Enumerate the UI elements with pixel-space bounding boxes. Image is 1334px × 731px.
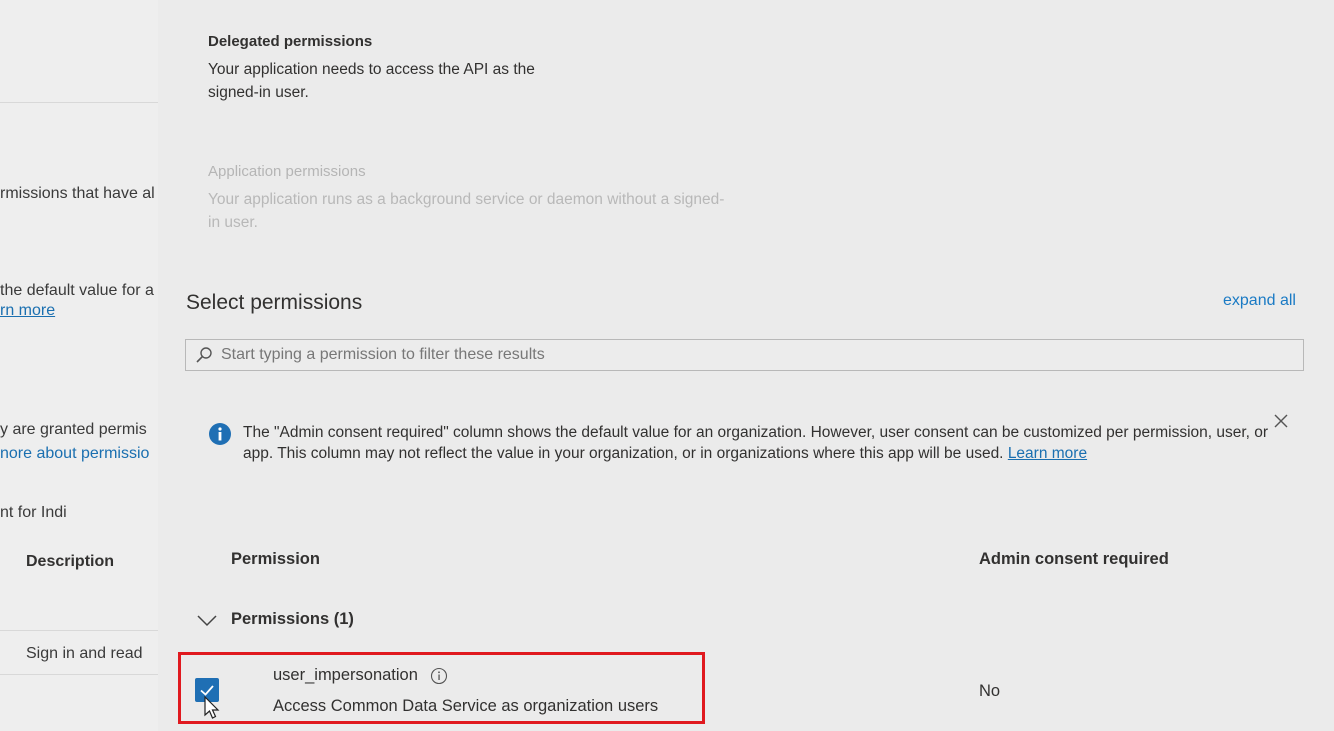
background-text: rmissions that have al bbox=[0, 185, 155, 202]
request-permissions-panel: Delegated permissions Your application n… bbox=[158, 0, 1334, 731]
info-outline-icon[interactable] bbox=[430, 667, 448, 685]
background-row-text: Sign in and read bbox=[26, 645, 143, 662]
permission-search-input[interactable] bbox=[219, 345, 1303, 365]
info-message-text: The "Admin consent required" column show… bbox=[243, 422, 1273, 464]
close-icon[interactable] bbox=[1273, 413, 1289, 429]
application-permissions-title: Application permissions bbox=[208, 163, 366, 180]
background-learn-more-link[interactable]: rn more bbox=[0, 302, 55, 320]
chevron-down-icon bbox=[197, 614, 217, 626]
application-permissions-description: Your application runs as a background se… bbox=[208, 191, 725, 231]
background-text: y are granted permis bbox=[0, 421, 147, 438]
background-column-description: Description bbox=[26, 553, 115, 570]
column-header-permission[interactable]: Permission bbox=[231, 550, 320, 569]
info-message-body: The "Admin consent required" column show… bbox=[243, 424, 1269, 462]
info-icon bbox=[209, 423, 231, 445]
delegated-permissions-option[interactable]: Delegated permissions Your application n… bbox=[208, 33, 588, 104]
permissions-group-label: Permissions (1) bbox=[231, 610, 354, 628]
divider bbox=[0, 674, 158, 675]
learn-more-link[interactable]: Learn more bbox=[1008, 445, 1087, 462]
delegated-permissions-title: Delegated permissions bbox=[208, 33, 373, 50]
expand-all-link[interactable]: expand all bbox=[1223, 292, 1296, 310]
mouse-cursor-icon bbox=[204, 696, 220, 719]
permission-name: user_impersonation bbox=[273, 666, 418, 684]
divider bbox=[0, 630, 158, 631]
permission-name-row: user_impersonation bbox=[273, 666, 448, 685]
background-text: nt for Indi bbox=[0, 504, 67, 521]
background-page: rmissions that have al the default value… bbox=[0, 0, 158, 731]
permission-description: Access Common Data Service as organizati… bbox=[273, 697, 659, 715]
search-icon bbox=[196, 347, 212, 363]
background-text: the default value for a bbox=[0, 282, 154, 299]
background-link[interactable]: nore about permissio bbox=[0, 445, 149, 463]
column-header-admin-consent[interactable]: Admin consent required bbox=[979, 550, 1169, 569]
divider bbox=[0, 102, 158, 103]
select-permissions-title: Select permissions bbox=[186, 291, 363, 314]
application-permissions-option: Application permissions Your application… bbox=[208, 163, 728, 234]
admin-consent-value: No bbox=[979, 682, 1001, 700]
permissions-group-row[interactable]: Permissions (1) bbox=[196, 610, 354, 629]
permission-search-box[interactable] bbox=[185, 339, 1304, 371]
delegated-permissions-description: Your application needs to access the API… bbox=[208, 61, 535, 101]
